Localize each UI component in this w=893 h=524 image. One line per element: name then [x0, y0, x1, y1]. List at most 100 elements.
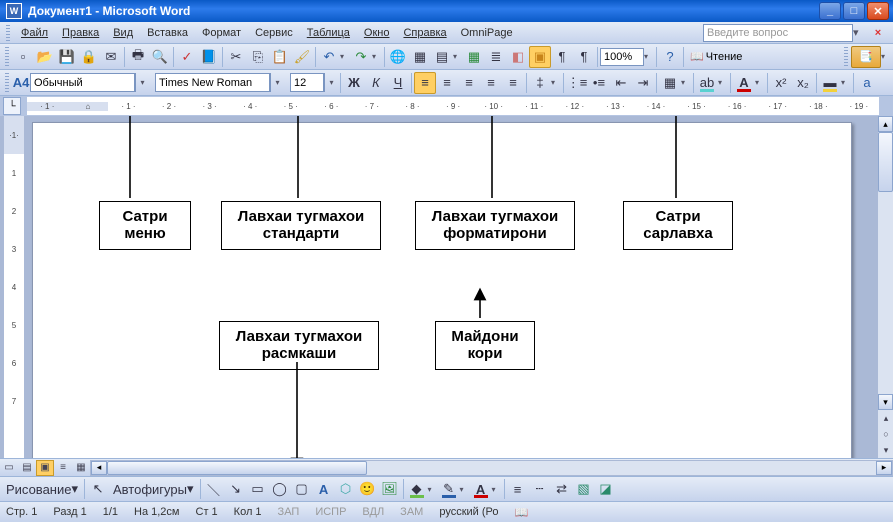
italic-button[interactable]: К — [365, 72, 387, 94]
align-center-button[interactable]: ≡ — [436, 72, 458, 94]
insert-table-icon[interactable]: ▤ — [431, 46, 453, 68]
email-icon[interactable]: ✉ — [100, 46, 122, 68]
redo-dropdown[interactable]: ▾ — [372, 52, 382, 61]
menu-format[interactable]: Формат — [195, 25, 248, 41]
borders-button[interactable]: ▦ — [659, 72, 681, 94]
font-color-dropdown[interactable]: ▾ — [755, 78, 765, 87]
font-color-button-2[interactable]: A — [470, 478, 492, 500]
highlight-dropdown[interactable]: ▾ — [718, 78, 728, 87]
open-icon[interactable]: 📂 — [34, 46, 56, 68]
line-spacing-dropdown[interactable]: ▾ — [551, 78, 561, 87]
borders-dropdown[interactable]: ▾ — [681, 78, 691, 87]
diagram-icon[interactable]: ⬡ — [335, 478, 357, 500]
style-dropdown[interactable]: ▾ — [135, 73, 149, 92]
decrease-indent-button[interactable]: ⇤ — [610, 72, 632, 94]
styles-pane-button[interactable]: A4 — [12, 72, 30, 94]
menu-view[interactable]: Вид — [106, 25, 140, 41]
horizontal-ruler[interactable]: · 1 ·⌂· 1 ·· 2 ·· 3 ·· 4 ·· 5 ·· 6 ·· 7 … — [27, 97, 879, 115]
clipart-icon[interactable]: 🙂 — [357, 478, 379, 500]
outline-view-button[interactable]: ≡ — [54, 460, 72, 476]
rectangle-icon[interactable]: ▭ — [247, 478, 269, 500]
reading-mode-button[interactable]: 📖Чтение — [686, 47, 746, 67]
drawing-toggle-icon[interactable]: ◧ — [507, 46, 529, 68]
close-document-button[interactable]: × — [869, 24, 887, 42]
hyperlink-icon[interactable]: 🌐 — [387, 46, 409, 68]
align-right-button[interactable]: ≡ — [458, 72, 480, 94]
research-icon[interactable]: 📘 — [198, 46, 220, 68]
format-painter-icon[interactable]: 🖌 — [291, 46, 313, 68]
insert-picture-icon[interactable]: 🖼 — [379, 478, 401, 500]
textbox-icon[interactable]: ▢ — [291, 478, 313, 500]
new-doc-icon[interactable]: ▫ — [12, 46, 34, 68]
status-rec[interactable]: ЗАП — [278, 506, 300, 518]
bold-button[interactable]: Ж — [343, 72, 365, 94]
line-weight-icon[interactable]: ≡ — [507, 478, 529, 500]
font-dropdown[interactable]: ▾ — [270, 73, 284, 92]
undo-dropdown[interactable]: ▾ — [340, 52, 350, 61]
line-icon[interactable]: ＼ — [203, 478, 225, 500]
select-objects-icon[interactable]: ↖ — [87, 478, 109, 500]
docmap-icon[interactable]: ▣ — [529, 46, 551, 68]
paste-icon[interactable]: 📋 — [269, 46, 291, 68]
horizontal-scrollbar[interactable]: ◂ ▸ — [90, 460, 893, 476]
dash-style-icon[interactable]: ┄ — [529, 478, 551, 500]
columns-icon[interactable]: ≣ — [485, 46, 507, 68]
arrow-icon[interactable]: ↘ — [225, 478, 247, 500]
increase-indent-button[interactable]: ⇥ — [632, 72, 654, 94]
3d-icon[interactable]: ◪ — [595, 478, 617, 500]
line-spacing-button[interactable]: ‡ — [529, 72, 551, 94]
fill-color-dropdown[interactable]: ▾ — [428, 485, 438, 494]
menu-edit[interactable]: Правка — [55, 25, 106, 41]
menu-tools[interactable]: Сервис — [248, 25, 300, 41]
copy-icon[interactable]: ⎘ — [247, 46, 269, 68]
menu-insert[interactable]: Вставка — [140, 25, 195, 41]
status-trk[interactable]: ИСПР — [315, 506, 346, 518]
undo-icon[interactable]: ↶ — [318, 46, 340, 68]
menu-table[interactable]: Таблица — [300, 25, 357, 41]
autoshapes-button[interactable]: Автофигуры ▾ — [109, 478, 198, 500]
font-size-selector[interactable]: 12 — [290, 73, 324, 92]
line-color-button[interactable]: ✎ — [438, 478, 460, 500]
distribute-button[interactable]: ≡ — [502, 72, 524, 94]
toolbar-grip[interactable] — [844, 47, 848, 67]
normal-view-button[interactable]: ▭ — [0, 460, 18, 476]
status-ext[interactable]: ВДЛ — [362, 506, 384, 518]
underline-button[interactable]: Ч — [387, 72, 409, 94]
shading-dropdown[interactable]: ▾ — [841, 78, 851, 87]
menu-file[interactable]: Файл — [14, 25, 55, 41]
print-icon[interactable]: 🖶 — [127, 46, 149, 68]
font-selector[interactable]: Times New Roman — [155, 73, 270, 92]
minimize-button[interactable]: _ — [819, 2, 841, 20]
status-language[interactable]: русский (Ро — [439, 506, 498, 518]
insert-table-dropdown[interactable]: ▾ — [453, 52, 463, 61]
web-view-button[interactable]: ▤ — [18, 460, 36, 476]
save-icon[interactable]: 💾 — [56, 46, 78, 68]
status-book-icon[interactable]: 📖 — [515, 506, 529, 519]
font-color-dropdown-2[interactable]: ▾ — [492, 485, 502, 494]
omnipage-dropdown[interactable]: ▾ — [881, 52, 891, 61]
status-ovr[interactable]: ЗАМ — [400, 506, 423, 518]
highlight-button[interactable]: ab — [696, 72, 718, 94]
close-button[interactable]: ✕ — [867, 2, 889, 20]
subscript-button[interactable]: x₂ — [792, 72, 814, 94]
wordart-icon[interactable]: A — [313, 478, 335, 500]
toolbar-grip[interactable] — [5, 47, 9, 67]
drawing-menu-button[interactable]: Рисование ▾ — [2, 478, 82, 500]
superscript-button[interactable]: x² — [770, 72, 792, 94]
omnipage-button[interactable]: 📑 — [851, 46, 881, 68]
help-search-dropdown[interactable]: ▾ — [853, 24, 865, 42]
paragraph-marks-icon[interactable]: ¶ — [573, 46, 595, 68]
line-color-dropdown[interactable]: ▾ — [460, 485, 470, 494]
permission-icon[interactable]: 🔒 — [78, 46, 100, 68]
print-preview-icon[interactable]: 🔍 — [149, 46, 171, 68]
language-button[interactable]: a — [856, 72, 878, 94]
style-selector[interactable]: Обычный — [30, 73, 135, 92]
help-icon[interactable]: ? — [659, 46, 681, 68]
font-color-button[interactable]: A — [733, 72, 755, 94]
cut-icon[interactable]: ✂ — [225, 46, 247, 68]
excel-icon[interactable]: ▦ — [463, 46, 485, 68]
show-marks-icon[interactable]: ¶ — [551, 46, 573, 68]
redo-icon[interactable]: ↷ — [350, 46, 372, 68]
shadow-icon[interactable]: ▧ — [573, 478, 595, 500]
hscroll-thumb[interactable] — [107, 461, 367, 475]
